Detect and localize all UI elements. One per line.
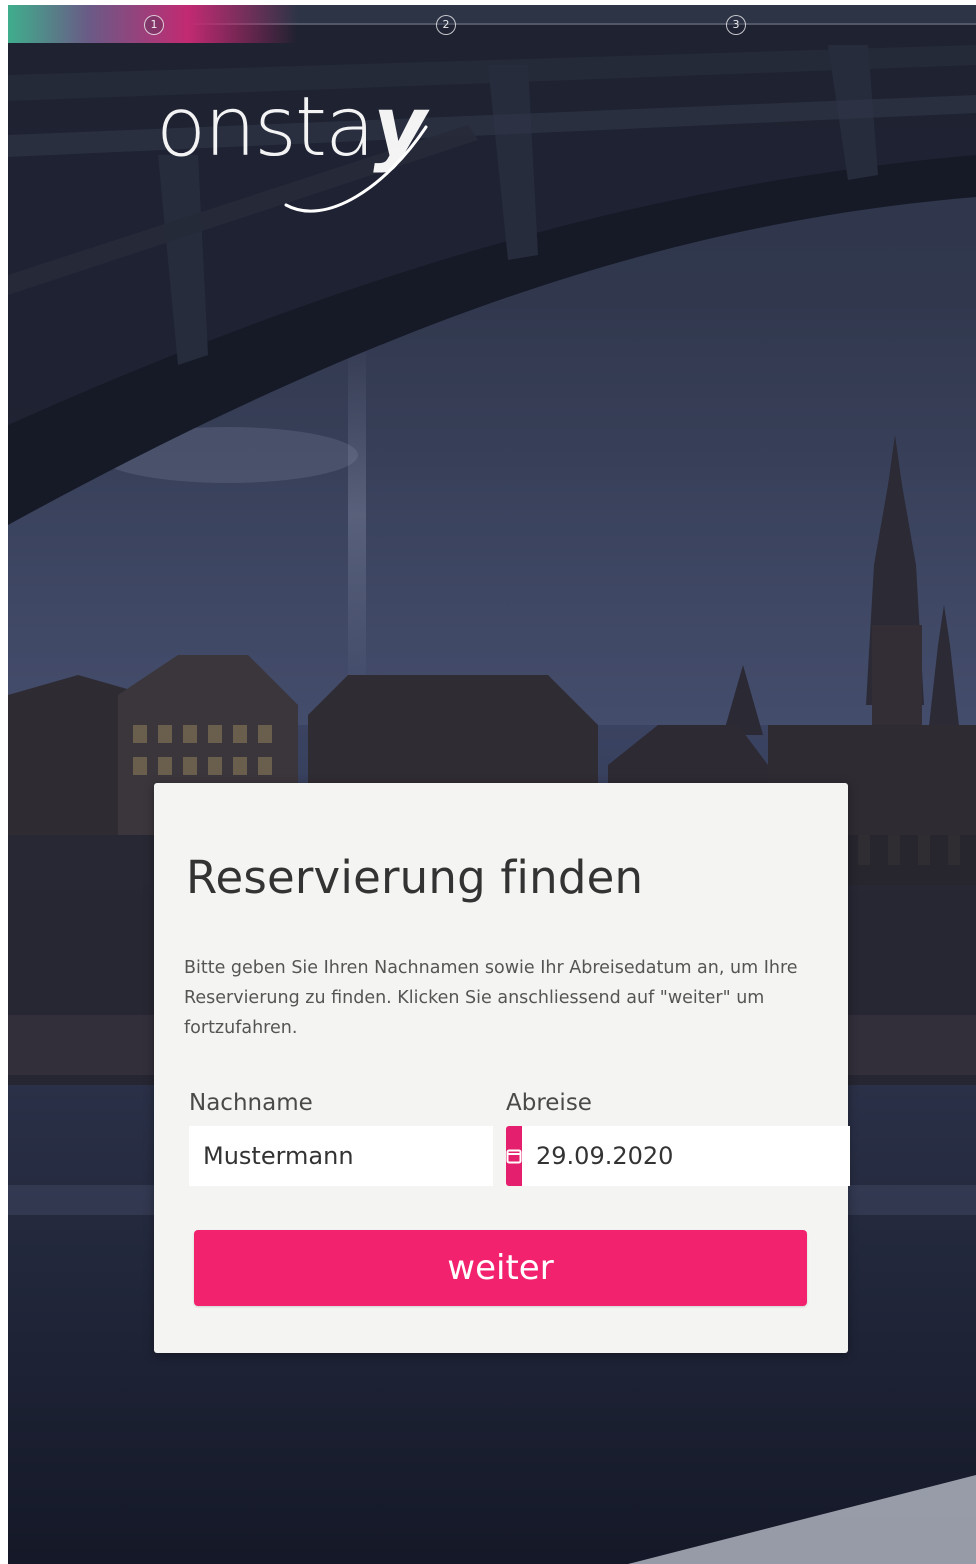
step-indicator-2: 2 <box>436 15 456 35</box>
step-indicator-1: 1 <box>144 15 164 35</box>
app-frame: 1 2 3 onstay Reservierung finden Bitte g… <box>8 5 976 1564</box>
calendar-button[interactable] <box>506 1126 522 1186</box>
page-title: Reservierung finden <box>186 851 644 904</box>
departure-label: Abreise <box>506 1090 592 1116</box>
onstay-logo: onstay <box>156 87 456 237</box>
departure-date-input[interactable] <box>522 1126 850 1186</box>
logo-swoosh-icon <box>284 125 428 213</box>
instructions-text: Bitte geben Sie Ihren Nachnamen sowie Ih… <box>184 958 798 1038</box>
next-button[interactable]: weiter <box>194 1230 807 1306</box>
departure-date-group <box>506 1126 850 1186</box>
step-progress: 1 2 3 <box>8 5 976 45</box>
reservation-card: Reservierung finden Bitte geben Sie Ihre… <box>154 783 850 1353</box>
calendar-icon <box>506 1149 522 1164</box>
lastname-input[interactable] <box>189 1126 493 1186</box>
step-indicator-3: 3 <box>726 15 746 35</box>
lastname-label: Nachname <box>189 1090 313 1116</box>
